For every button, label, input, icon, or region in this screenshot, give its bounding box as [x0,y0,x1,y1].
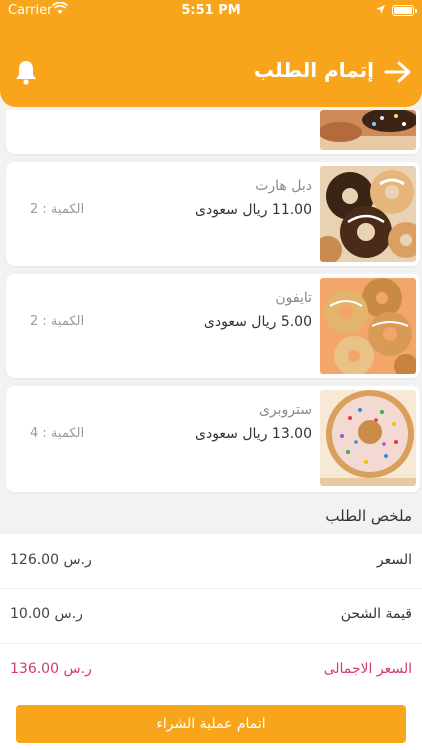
order-summary-header: ملخص الطلب [0,498,422,534]
product-image [320,166,416,262]
shipping-value: 10.00 ر.س [10,606,83,622]
product-image [320,110,416,150]
order-summary-title: ملخص الطلب [325,507,412,525]
app-header: Carrier 5:51 PM إتمام الطلب [0,0,422,107]
divider [0,643,422,644]
product-price: 13.00 ريال سعودى [195,426,312,442]
divider [0,588,422,589]
cart-item[interactable]: دبل هارت 11.00 ريال سعودى الكمية : 2 [6,162,420,266]
product-name: دبل هارت [255,178,312,194]
product-price: 11.00 ريال سعودى [195,202,312,218]
subtotal-label: السعر [376,552,412,568]
notification-bell-icon[interactable] [14,59,38,85]
total-value: 136.00 ر.س [10,661,92,677]
product-name: تايفون [275,290,312,306]
product-image [320,390,416,486]
back-arrow-icon[interactable] [384,60,412,84]
product-price: 5.00 ريال سعودى [203,314,312,330]
clock: 5:51 PM [181,3,241,18]
product-quantity: الكمية : 2 [30,314,85,329]
battery-icon [392,5,417,16]
status-bar: Carrier 5:51 PM [0,0,422,22]
subtotal-value: 126.00 ر.س [10,552,92,568]
total-label: السعر الاجمالى [323,661,412,677]
shipping-label: قيمة الشحن [340,606,412,622]
cart-item[interactable] [6,110,420,154]
cart-item[interactable]: تايفون 5.00 ريال سعودى الكمية : 2 [6,274,420,378]
product-quantity: الكمية : 4 [30,426,85,441]
product-quantity: الكمية : 2 [30,202,85,217]
page-title: إتمام الطلب [253,58,374,82]
checkout-button[interactable]: اتمام عملية الشراء [16,705,406,743]
cart-item[interactable]: ستروبرى 13.00 ريال سعودى الكمية : 4 [6,386,420,492]
location-arrow-icon [375,4,386,19]
product-image [320,278,416,374]
product-name: ستروبرى [258,402,312,418]
